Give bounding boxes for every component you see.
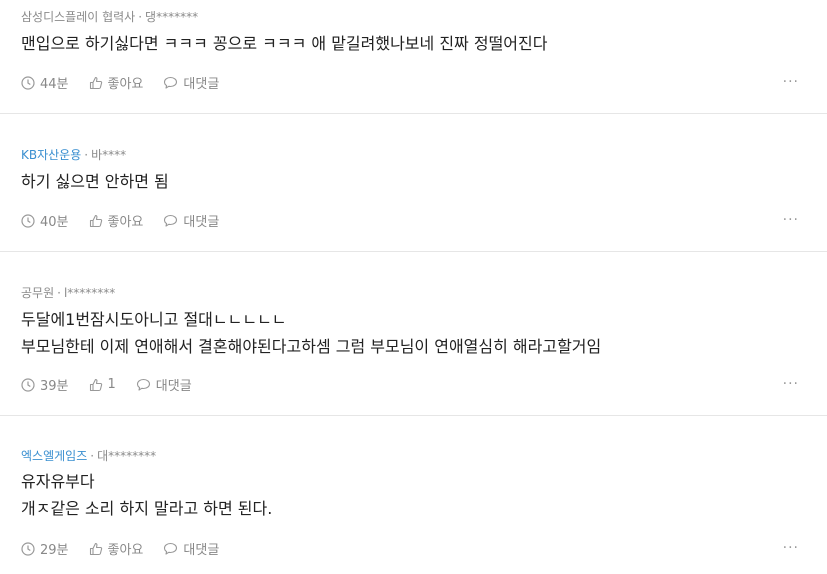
comment-meta: 삼성디스플레이 협력사 · 댕******* bbox=[21, 8, 198, 25]
reply-button[interactable]: 대댓글 bbox=[163, 211, 219, 230]
reply-label: 대댓글 bbox=[183, 543, 220, 558]
comment-meta: KB자산운용 · 바**** bbox=[21, 146, 126, 163]
thumbs-up-icon bbox=[89, 378, 102, 391]
comment-line: 유자유부다 bbox=[21, 472, 95, 491]
timestamp-text: 29분 bbox=[40, 543, 69, 558]
more-options-icon[interactable]: ··· bbox=[783, 212, 799, 228]
timestamp-text: 39분 bbox=[40, 379, 69, 394]
more-options-icon[interactable]: ··· bbox=[783, 74, 799, 90]
like-button[interactable]: 좋아요 bbox=[89, 539, 144, 558]
author-company[interactable]: 삼성디스플레이 협력사 bbox=[21, 10, 135, 24]
speech-bubble-icon bbox=[136, 378, 150, 391]
comment-line: 두달에1번잠시도아니고 절대ㄴㄴㄴㄴㄴ bbox=[21, 310, 287, 329]
comment-item: 공무원 · l******** 두달에1번잠시도아니고 절대ㄴㄴㄴㄴㄴ 부모님한테 … bbox=[0, 252, 827, 416]
thumbs-up-icon bbox=[89, 214, 102, 227]
reply-button[interactable]: 대댓글 bbox=[163, 539, 219, 558]
comment-actions: 29분 좋아요 대댓글 bbox=[21, 539, 239, 558]
like-button[interactable]: 1 bbox=[89, 377, 116, 392]
timestamp: 40분 bbox=[21, 211, 69, 230]
clock-icon bbox=[21, 213, 35, 228]
meta-separator: · bbox=[84, 148, 89, 162]
author-nickname: 바**** bbox=[91, 148, 127, 162]
comment-line: 하기 싫으면 안하면 됨 bbox=[21, 172, 169, 191]
comment-body: 맨입으로 하기싫다면 ㅋㅋㅋ 꽁으로 ㅋㅋㅋ 애 맡길려했나보네 진짜 정떨어진… bbox=[21, 30, 547, 57]
like-button[interactable]: 좋아요 bbox=[89, 211, 144, 230]
comment-actions: 40분 좋아요 대댓글 bbox=[21, 211, 239, 230]
speech-bubble-icon bbox=[164, 214, 178, 227]
comment-body: 하기 싫으면 안하면 됨 bbox=[21, 168, 169, 195]
clock-icon bbox=[21, 541, 35, 556]
comment-meta: 공무원 · l******** bbox=[21, 284, 115, 301]
timestamp: 39분 bbox=[21, 375, 69, 394]
like-label: 좋아요 bbox=[107, 215, 144, 230]
timestamp: 29분 bbox=[21, 539, 69, 558]
meta-separator: · bbox=[57, 286, 61, 300]
author-company[interactable]: KB자산운용 bbox=[21, 148, 81, 162]
author-company[interactable]: 공무원 bbox=[21, 286, 54, 300]
reply-label: 대댓글 bbox=[183, 215, 220, 230]
comment-item: 엑스엘게임즈 · 대******** 유자유부다 개ㅈ같은 소리 하지 말라고 하면… bbox=[0, 416, 827, 574]
like-count: 1 bbox=[107, 377, 116, 392]
comment-line: 부모님한테 이제 연애해서 결혼해야된다고하셈 그럼 부모님이 연애열심히 해라… bbox=[21, 337, 602, 356]
timestamp: 44분 bbox=[21, 73, 69, 92]
comment-body: 유자유부다 개ㅈ같은 소리 하지 말라고 하면 된다. bbox=[21, 468, 272, 522]
timestamp-text: 40분 bbox=[40, 215, 69, 230]
author-nickname: 대******** bbox=[97, 449, 157, 463]
author-nickname: l******** bbox=[63, 286, 116, 300]
meta-separator: · bbox=[138, 10, 143, 24]
timestamp-text: 44분 bbox=[40, 77, 69, 92]
like-button[interactable]: 좋아요 bbox=[89, 73, 144, 92]
comment-meta: 엑스엘게임즈 · 대******** bbox=[21, 447, 156, 464]
speech-bubble-icon bbox=[164, 542, 178, 555]
thumbs-up-icon bbox=[89, 542, 102, 555]
comment-line: 맨입으로 하기싫다면 ㅋㅋㅋ 꽁으로 ㅋㅋㅋ 애 맡길려했나보네 진짜 정떨어진… bbox=[21, 34, 548, 53]
reply-button[interactable]: 대댓글 bbox=[136, 375, 192, 394]
reply-label: 대댓글 bbox=[155, 379, 192, 394]
comment-actions: 44분 좋아요 대댓글 bbox=[21, 73, 239, 92]
reply-label: 대댓글 bbox=[183, 77, 220, 92]
clock-icon bbox=[21, 75, 35, 90]
comment-item: KB자산운용 · 바**** 하기 싫으면 안하면 됨 40분 좋아요 대댓글 ··… bbox=[0, 114, 827, 252]
comment-body: 두달에1번잠시도아니고 절대ㄴㄴㄴㄴㄴ 부모님한테 이제 연애해서 결혼해야된다… bbox=[21, 306, 601, 360]
comment-line: 개ㅈ같은 소리 하지 말라고 하면 된다. bbox=[21, 499, 273, 518]
thumbs-up-icon bbox=[89, 76, 102, 89]
like-label: 좋아요 bbox=[107, 543, 144, 558]
more-options-icon[interactable]: ··· bbox=[783, 540, 799, 556]
author-company[interactable]: 엑스엘게임즈 bbox=[21, 449, 87, 463]
speech-bubble-icon bbox=[164, 76, 178, 89]
clock-icon bbox=[21, 377, 35, 392]
meta-separator: · bbox=[90, 449, 95, 463]
reply-button[interactable]: 대댓글 bbox=[163, 73, 219, 92]
comment-actions: 39분 1 대댓글 bbox=[21, 375, 212, 394]
more-options-icon[interactable]: ··· bbox=[783, 376, 799, 392]
like-label: 좋아요 bbox=[107, 77, 144, 92]
comment-item: 삼성디스플레이 협력사 · 댕******* 맨입으로 하기싫다면 ㅋㅋㅋ 꽁으로 … bbox=[0, 0, 827, 114]
author-nickname: 댕******* bbox=[145, 10, 199, 24]
